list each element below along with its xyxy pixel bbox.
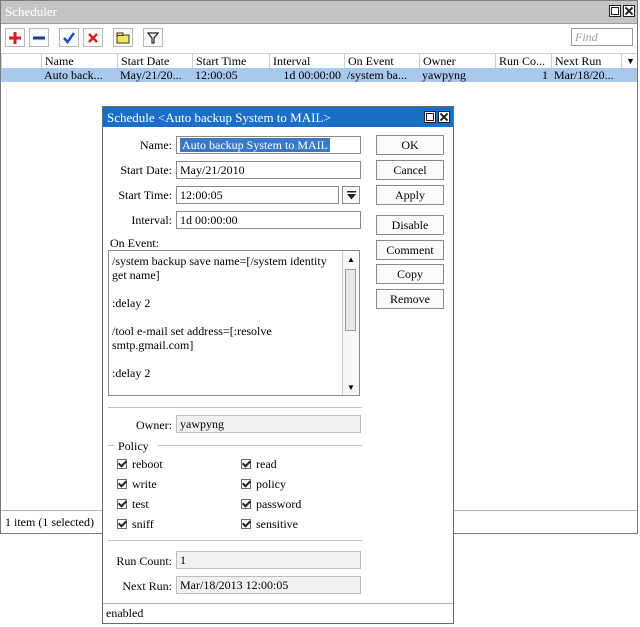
find-input[interactable]: Find bbox=[571, 28, 633, 46]
column-header-start-date[interactable]: Start Date bbox=[117, 54, 192, 69]
policy-policy-checkbox[interactable] bbox=[241, 479, 251, 489]
interval-input[interactable]: 1d 00:00:00 bbox=[176, 211, 361, 229]
remove-icon bbox=[33, 36, 45, 39]
cell-name: Auto back... bbox=[44, 68, 103, 82]
ok-button[interactable]: OK bbox=[376, 135, 444, 155]
column-header-interval[interactable]: Interval bbox=[269, 54, 344, 69]
start-time-label: Start Time: bbox=[118, 188, 172, 202]
apply-button[interactable]: Apply bbox=[376, 185, 444, 205]
dialog-titlebar[interactable]: Schedule <Auto backup System to MAIL> bbox=[103, 107, 453, 127]
policy-write-checkbox[interactable] bbox=[117, 479, 127, 489]
column-header-next-run[interactable]: Next Run bbox=[551, 54, 621, 69]
run-count-field: 1 bbox=[176, 551, 361, 569]
cell-start-date: May/21/20... bbox=[120, 68, 182, 82]
column-header-name[interactable]: Name bbox=[41, 54, 117, 69]
cell-on-event: /system ba... bbox=[347, 68, 407, 82]
filter-icon bbox=[147, 31, 159, 44]
start-date-input[interactable]: May/21/2010 bbox=[176, 161, 361, 179]
disable-button[interactable]: Disable bbox=[376, 215, 444, 235]
remove-button[interactable]: Remove bbox=[376, 289, 444, 309]
policy-read-label: read bbox=[256, 457, 277, 471]
scroll-down-icon[interactable]: ▼ bbox=[343, 380, 359, 394]
item-count-text: 1 item (1 selected) bbox=[5, 515, 94, 529]
start-date-label: Start Date: bbox=[120, 163, 172, 177]
maximize-icon[interactable] bbox=[609, 5, 621, 17]
close-icon[interactable] bbox=[623, 5, 635, 17]
comment-icon bbox=[116, 32, 130, 43]
dialog-status-text: enabled bbox=[106, 606, 144, 620]
policy-test-label: test bbox=[132, 497, 149, 511]
owner-field: yawpyng bbox=[176, 415, 361, 433]
add-icon bbox=[9, 31, 21, 44]
disable-button[interactable] bbox=[83, 28, 103, 47]
column-header-on-event[interactable]: On Event bbox=[344, 54, 419, 69]
dialog-status-bar: enabled bbox=[103, 603, 453, 624]
dialog-close-icon[interactable] bbox=[438, 111, 450, 123]
run-count-label: Run Count: bbox=[116, 554, 172, 568]
policy-group-line-left bbox=[108, 445, 114, 446]
filter-button[interactable] bbox=[143, 28, 163, 47]
policy-read-checkbox[interactable] bbox=[241, 459, 251, 469]
policy-reboot-checkbox[interactable] bbox=[117, 459, 127, 469]
policy-write-label: write bbox=[132, 477, 157, 491]
cell-run-count: 1 bbox=[542, 68, 548, 82]
on-event-text: /system backup save name=[/system identi… bbox=[112, 254, 327, 380]
column-handle[interactable] bbox=[1, 54, 41, 69]
divider bbox=[108, 540, 362, 541]
policy-reboot-label: reboot bbox=[132, 457, 163, 471]
next-run-field: Mar/18/2013 12:00:05 bbox=[176, 576, 361, 594]
remove-button[interactable] bbox=[29, 28, 49, 47]
cell-start-time: 12:00:05 bbox=[195, 68, 238, 82]
next-run-label: Next Run: bbox=[122, 579, 172, 593]
scheduler-toolbar: Find bbox=[1, 24, 637, 52]
cancel-button[interactable]: Cancel bbox=[376, 160, 444, 180]
enable-icon bbox=[63, 31, 75, 44]
policy-sniff-label: sniff bbox=[132, 517, 154, 531]
column-menu-icon[interactable]: ▼ bbox=[621, 54, 638, 69]
on-event-scrollbar[interactable]: ▲ ▼ bbox=[342, 251, 359, 395]
interval-label: Interval: bbox=[131, 213, 172, 227]
dialog-title: Schedule <Auto backup System to MAIL> bbox=[107, 110, 331, 125]
on-event-textarea[interactable]: /system backup save name=[/system identi… bbox=[108, 250, 360, 396]
comment-button[interactable] bbox=[113, 28, 133, 47]
cell-interval: 1d 00:00:00 bbox=[283, 68, 341, 82]
column-header-owner[interactable]: Owner bbox=[419, 54, 495, 69]
on-event-label: On Event: bbox=[110, 236, 159, 250]
scheduler-title: Scheduler bbox=[5, 4, 57, 19]
policy-group-label: Policy bbox=[118, 439, 149, 453]
start-time-dropdown[interactable] bbox=[342, 186, 360, 204]
copy-button[interactable]: Copy bbox=[376, 264, 444, 284]
scroll-up-icon[interactable]: ▲ bbox=[343, 252, 359, 266]
scroll-thumb[interactable] bbox=[345, 269, 356, 331]
policy-test-checkbox[interactable] bbox=[117, 499, 127, 509]
policy-sensitive-label: sensitive bbox=[256, 517, 298, 531]
cell-owner: yawpyng bbox=[422, 68, 466, 82]
add-button[interactable] bbox=[5, 28, 25, 47]
owner-label: Owner: bbox=[136, 418, 172, 432]
column-header-start-time[interactable]: Start Time bbox=[192, 54, 269, 69]
name-value: Auto backup System to MAIL bbox=[180, 138, 330, 152]
column-header-run-count[interactable]: Run Co... bbox=[495, 54, 551, 69]
policy-password-checkbox[interactable] bbox=[241, 499, 251, 509]
name-input[interactable]: Auto backup System to MAIL bbox=[176, 136, 361, 154]
policy-policy-label: policy bbox=[256, 477, 286, 491]
dialog-maximize-icon[interactable] bbox=[424, 111, 436, 123]
dropdown-arrow-icon bbox=[346, 190, 356, 199]
divider bbox=[108, 407, 362, 408]
disable-icon bbox=[88, 32, 98, 43]
table-row[interactable]: Auto back... May/21/20... 12:00:05 1d 00… bbox=[1, 68, 637, 82]
scheduler-titlebar[interactable]: Scheduler bbox=[1, 1, 637, 24]
cell-next-run: Mar/18/20... bbox=[554, 68, 614, 82]
enable-button[interactable] bbox=[59, 28, 79, 47]
policy-sniff-checkbox[interactable] bbox=[117, 519, 127, 529]
policy-group-line-right bbox=[158, 445, 362, 446]
start-time-input[interactable]: 12:00:05 bbox=[176, 186, 339, 204]
policy-sensitive-checkbox[interactable] bbox=[241, 519, 251, 529]
name-label: Name: bbox=[140, 138, 172, 152]
comment-button[interactable]: Comment bbox=[376, 240, 444, 260]
policy-password-label: password bbox=[256, 497, 302, 511]
